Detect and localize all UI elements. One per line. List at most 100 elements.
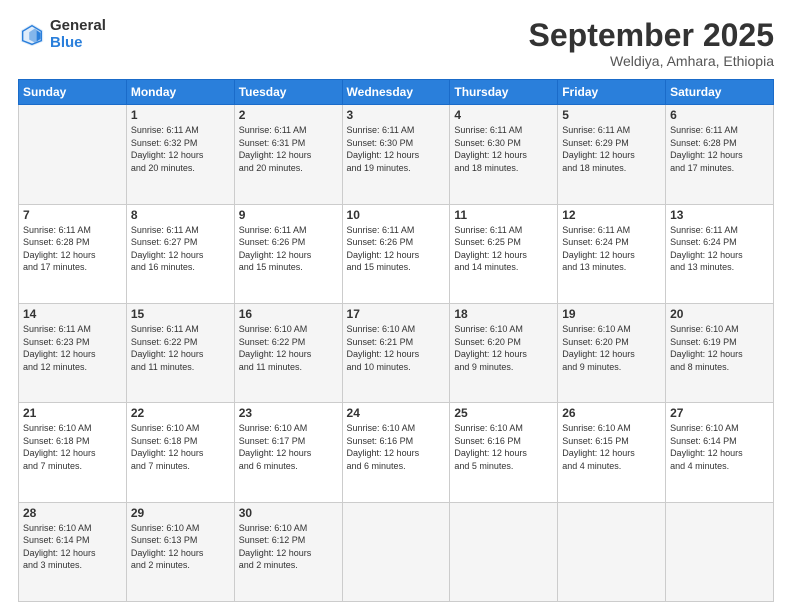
location-subtitle: Weldiya, Amhara, Ethiopia <box>529 53 774 69</box>
day-number: 30 <box>239 506 338 520</box>
day-info: Sunrise: 6:11 AM Sunset: 6:24 PM Dayligh… <box>670 224 769 274</box>
day-info: Sunrise: 6:11 AM Sunset: 6:30 PM Dayligh… <box>347 124 446 174</box>
header: General Blue September 2025 Weldiya, Amh… <box>18 18 774 69</box>
day-info: Sunrise: 6:11 AM Sunset: 6:22 PM Dayligh… <box>131 323 230 373</box>
day-info: Sunrise: 6:11 AM Sunset: 6:29 PM Dayligh… <box>562 124 661 174</box>
table-row: 24 Sunrise: 6:10 AM Sunset: 6:16 PM Dayli… <box>342 403 450 502</box>
table-row: 26Sunrise: 6:10 AM Sunset: 6:15 PM Dayli… <box>558 403 666 502</box>
day-info: Sunrise: 6:10 AM Sunset: 6:14 PM Dayligh… <box>23 522 122 572</box>
table-row: 11Sunrise: 6:11 AM Sunset: 6:25 PM Dayli… <box>450 204 558 303</box>
day-number: 19 <box>562 307 661 321</box>
day-info: Sunrise: 6:10 AM Sunset: 6:18 PM Dayligh… <box>131 422 230 472</box>
day-number: 18 <box>454 307 553 321</box>
day-info: Sunrise: 6:11 AM Sunset: 6:27 PM Dayligh… <box>131 224 230 274</box>
table-row: 9 Sunrise: 6:11 AM Sunset: 6:26 PM Daylig… <box>234 204 342 303</box>
day-info: Sunrise: 6:10 AM Sunset: 6:18 PM Dayligh… <box>23 422 122 472</box>
logo-icon <box>18 21 46 49</box>
table-row: 6Sunrise: 6:11 AM Sunset: 6:28 PM Daylig… <box>666 105 774 204</box>
day-number: 27 <box>670 406 769 420</box>
day-number: 23 <box>239 406 338 420</box>
calendar-week-row: 7 Sunrise: 6:11 AM Sunset: 6:28 PM Daylig… <box>19 204 774 303</box>
day-number: 22 <box>131 406 230 420</box>
day-info: Sunrise: 6:11 AM Sunset: 6:28 PM Dayligh… <box>670 124 769 174</box>
day-number: 24 <box>347 406 446 420</box>
table-row <box>450 502 558 601</box>
page: General Blue September 2025 Weldiya, Amh… <box>0 0 792 612</box>
day-info: Sunrise: 6:11 AM Sunset: 6:32 PM Dayligh… <box>131 124 230 174</box>
table-row: 13 Sunrise: 6:11 AM Sunset: 6:24 PM Dayli… <box>666 204 774 303</box>
col-sunday: Sunday <box>19 80 127 105</box>
table-row: 16 Sunrise: 6:10 AM Sunset: 6:22 PM Dayli… <box>234 303 342 402</box>
day-info: Sunrise: 6:11 AM Sunset: 6:23 PM Dayligh… <box>23 323 122 373</box>
day-info: Sunrise: 6:10 AM Sunset: 6:20 PM Dayligh… <box>454 323 553 373</box>
table-row: 4 Sunrise: 6:11 AM Sunset: 6:30 PM Daylig… <box>450 105 558 204</box>
title-block: September 2025 Weldiya, Amhara, Ethiopia <box>529 18 774 69</box>
day-info: Sunrise: 6:10 AM Sunset: 6:21 PM Dayligh… <box>347 323 446 373</box>
month-title: September 2025 <box>529 18 774 53</box>
table-row: 14 Sunrise: 6:11 AM Sunset: 6:23 PM Dayli… <box>19 303 127 402</box>
day-number: 28 <box>23 506 122 520</box>
day-number: 25 <box>454 406 553 420</box>
table-row: 10 Sunrise: 6:11 AM Sunset: 6:26 PM Dayli… <box>342 204 450 303</box>
table-row <box>666 502 774 601</box>
day-info: Sunrise: 6:11 AM Sunset: 6:24 PM Dayligh… <box>562 224 661 274</box>
day-number: 29 <box>131 506 230 520</box>
table-row: 22 Sunrise: 6:10 AM Sunset: 6:18 PM Dayli… <box>126 403 234 502</box>
day-info: Sunrise: 6:10 AM Sunset: 6:17 PM Dayligh… <box>239 422 338 472</box>
day-number: 9 <box>239 208 338 222</box>
table-row <box>342 502 450 601</box>
day-info: Sunrise: 6:10 AM Sunset: 6:20 PM Dayligh… <box>562 323 661 373</box>
table-row <box>19 105 127 204</box>
day-info: Sunrise: 6:10 AM Sunset: 6:13 PM Dayligh… <box>131 522 230 572</box>
table-row: 30 Sunrise: 6:10 AM Sunset: 6:12 PM Dayli… <box>234 502 342 601</box>
day-number: 14 <box>23 307 122 321</box>
day-number: 4 <box>454 108 553 122</box>
day-number: 13 <box>670 208 769 222</box>
table-row: 19 Sunrise: 6:10 AM Sunset: 6:20 PM Dayli… <box>558 303 666 402</box>
day-info: Sunrise: 6:10 AM Sunset: 6:12 PM Dayligh… <box>239 522 338 572</box>
day-info: Sunrise: 6:11 AM Sunset: 6:28 PM Dayligh… <box>23 224 122 274</box>
table-row: 1Sunrise: 6:11 AM Sunset: 6:32 PM Daylig… <box>126 105 234 204</box>
day-info: Sunrise: 6:10 AM Sunset: 6:16 PM Dayligh… <box>454 422 553 472</box>
calendar-week-row: 21 Sunrise: 6:10 AM Sunset: 6:18 PM Dayli… <box>19 403 774 502</box>
day-info: Sunrise: 6:11 AM Sunset: 6:26 PM Dayligh… <box>239 224 338 274</box>
col-thursday: Thursday <box>450 80 558 105</box>
day-info: Sunrise: 6:11 AM Sunset: 6:31 PM Dayligh… <box>239 124 338 174</box>
day-number: 3 <box>347 108 446 122</box>
day-info: Sunrise: 6:10 AM Sunset: 6:16 PM Dayligh… <box>347 422 446 472</box>
table-row: 17 Sunrise: 6:10 AM Sunset: 6:21 PM Dayli… <box>342 303 450 402</box>
day-number: 21 <box>23 406 122 420</box>
col-tuesday: Tuesday <box>234 80 342 105</box>
table-row <box>558 502 666 601</box>
calendar-week-row: 1Sunrise: 6:11 AM Sunset: 6:32 PM Daylig… <box>19 105 774 204</box>
day-number: 11 <box>454 208 553 222</box>
day-number: 16 <box>239 307 338 321</box>
day-info: Sunrise: 6:10 AM Sunset: 6:19 PM Dayligh… <box>670 323 769 373</box>
table-row: 27 Sunrise: 6:10 AM Sunset: 6:14 PM Dayli… <box>666 403 774 502</box>
table-row: 7 Sunrise: 6:11 AM Sunset: 6:28 PM Daylig… <box>19 204 127 303</box>
table-row: 28 Sunrise: 6:10 AM Sunset: 6:14 PM Dayli… <box>19 502 127 601</box>
day-info: Sunrise: 6:10 AM Sunset: 6:15 PM Dayligh… <box>562 422 661 472</box>
calendar-header-row: Sunday Monday Tuesday Wednesday Thursday… <box>19 80 774 105</box>
day-number: 20 <box>670 307 769 321</box>
day-number: 10 <box>347 208 446 222</box>
day-number: 7 <box>23 208 122 222</box>
col-wednesday: Wednesday <box>342 80 450 105</box>
table-row: 2Sunrise: 6:11 AM Sunset: 6:31 PM Daylig… <box>234 105 342 204</box>
day-info: Sunrise: 6:11 AM Sunset: 6:30 PM Dayligh… <box>454 124 553 174</box>
table-row: 12Sunrise: 6:11 AM Sunset: 6:24 PM Dayli… <box>558 204 666 303</box>
day-number: 8 <box>131 208 230 222</box>
table-row: 5 Sunrise: 6:11 AM Sunset: 6:29 PM Daylig… <box>558 105 666 204</box>
table-row: 25 Sunrise: 6:10 AM Sunset: 6:16 PM Dayli… <box>450 403 558 502</box>
day-number: 17 <box>347 307 446 321</box>
day-info: Sunrise: 6:10 AM Sunset: 6:22 PM Dayligh… <box>239 323 338 373</box>
table-row: 23 Sunrise: 6:10 AM Sunset: 6:17 PM Dayli… <box>234 403 342 502</box>
col-monday: Monday <box>126 80 234 105</box>
day-info: Sunrise: 6:11 AM Sunset: 6:26 PM Dayligh… <box>347 224 446 274</box>
day-number: 5 <box>562 108 661 122</box>
day-number: 15 <box>131 307 230 321</box>
logo-blue: Blue <box>50 35 106 52</box>
calendar-table: Sunday Monday Tuesday Wednesday Thursday… <box>18 79 774 602</box>
table-row: 3 Sunrise: 6:11 AM Sunset: 6:30 PM Daylig… <box>342 105 450 204</box>
day-info: Sunrise: 6:10 AM Sunset: 6:14 PM Dayligh… <box>670 422 769 472</box>
